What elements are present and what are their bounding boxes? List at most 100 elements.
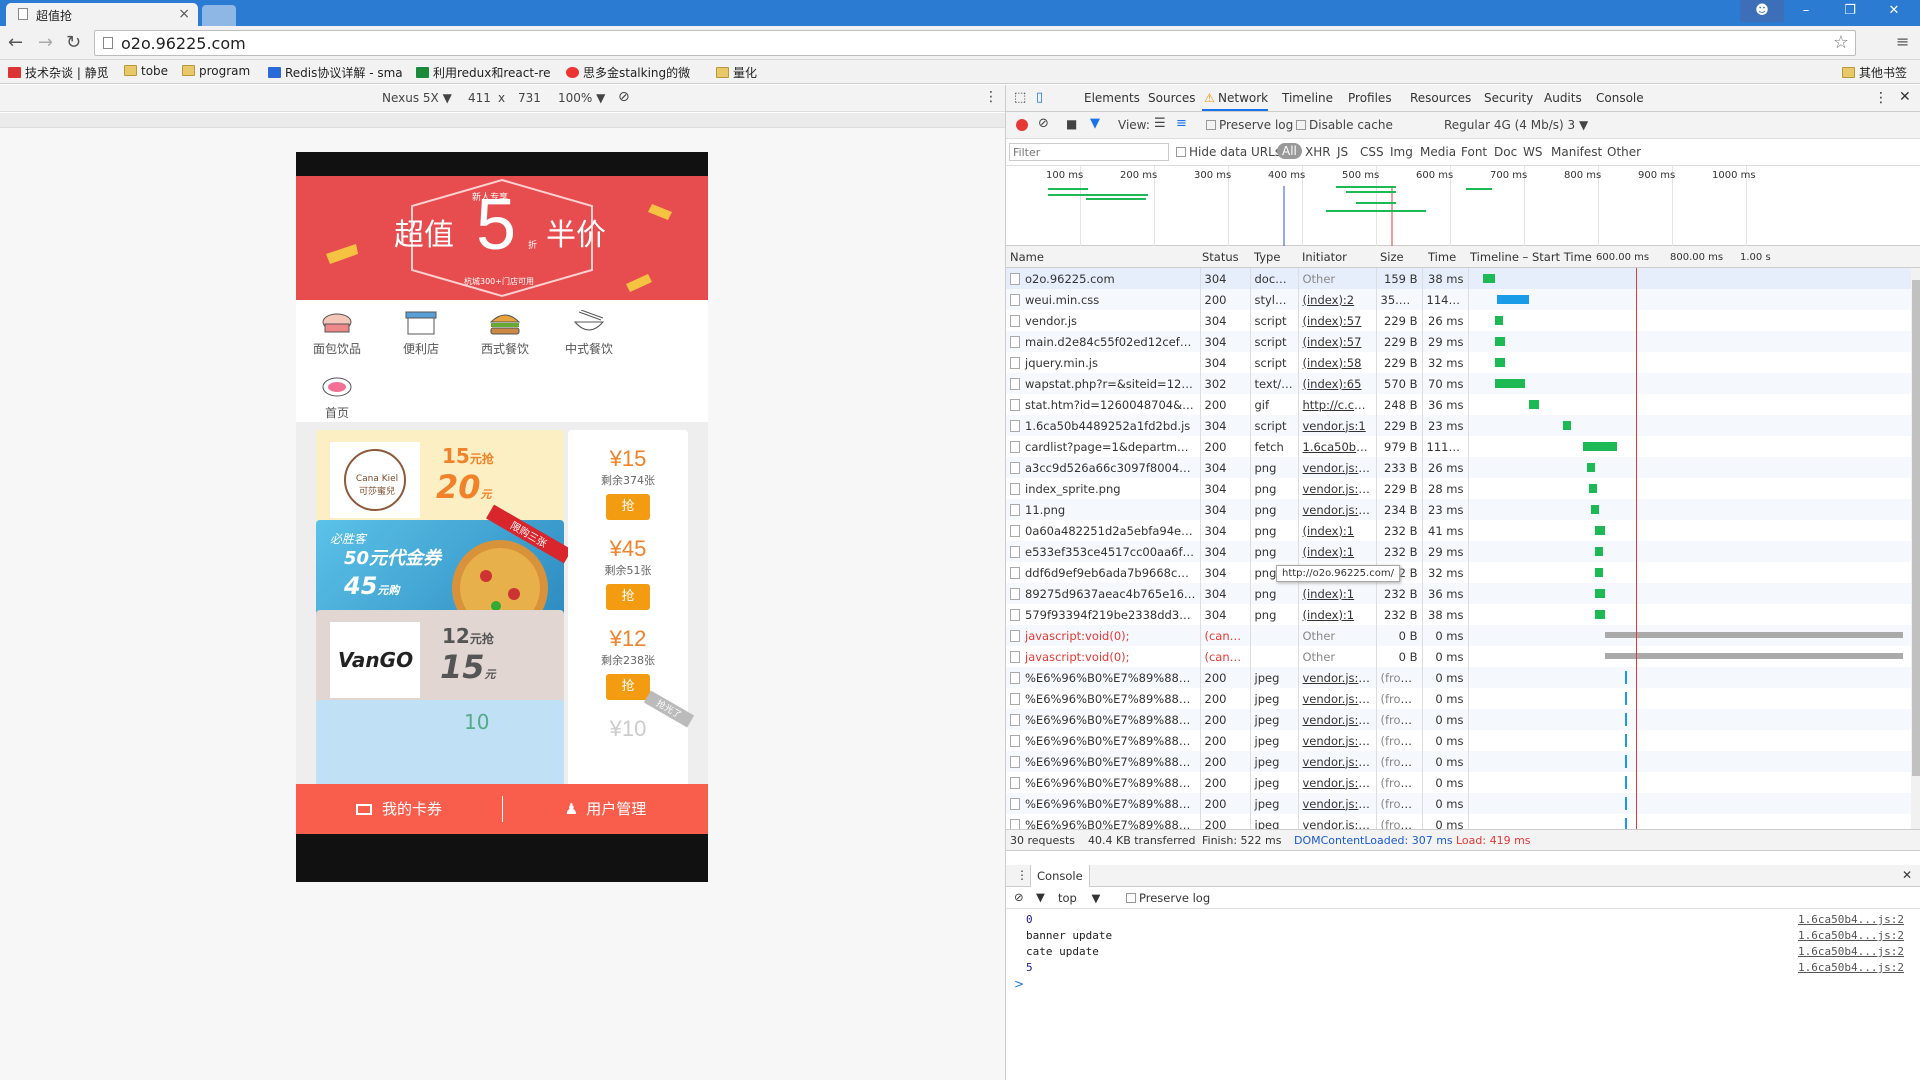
clear-icon[interactable]: ⊘ [1038, 116, 1049, 131]
request-row[interactable]: 11.png 304 png vendor.js:24 234 B 23 ms [1006, 499, 1911, 520]
hide-data-urls-checkbox[interactable]: Hide data URLs [1176, 145, 1281, 159]
col-status[interactable]: Status [1202, 250, 1239, 264]
col-type[interactable]: Type [1254, 250, 1280, 264]
request-row[interactable]: %E6%96%B0%E7%89%88%E... 200 jpeg vendor.js:… [1006, 772, 1911, 793]
cell-initiator[interactable]: Other [1298, 268, 1377, 289]
close-devtools-icon[interactable]: ✕ [1899, 89, 1911, 105]
category-chinese[interactable]: 中式餐饮 [554, 310, 624, 357]
col-timeline[interactable]: Timeline – Start Time [1470, 250, 1592, 264]
console-preserve-log[interactable]: Preserve log [1126, 891, 1210, 905]
cell-initiator[interactable]: 1.6ca50b4...js:1 [1298, 436, 1377, 457]
cell-initiator[interactable]: (index):1 [1298, 541, 1377, 562]
request-row[interactable]: javascript:void(0);(cancel... Other0 B0 m… [1006, 625, 1911, 646]
address-bar[interactable]: o2o.96225.com ☆ [94, 30, 1856, 56]
console-prompt[interactable]: > [1014, 977, 1024, 991]
back-icon[interactable]: ← [8, 32, 23, 53]
reload-icon[interactable]: ↻ [66, 32, 81, 53]
filter-css[interactable]: CSS [1360, 145, 1384, 159]
request-row[interactable]: %E6%96%B0%E7%89%88%E... 200 jpeg vendor.js:… [1006, 814, 1911, 829]
other-bookmarks[interactable]: 其他书签 [1842, 64, 1907, 81]
bookmark-item[interactable]: Redis协议详解 - sma [268, 64, 403, 81]
grab-button[interactable]: 抢 [606, 674, 650, 700]
tab-sources[interactable]: Sources [1148, 91, 1195, 105]
cell-initiator[interactable]: vendor.js:24 [1298, 751, 1377, 772]
request-row[interactable]: index_sprite.png 304 png vendor.js:23 229 B2… [1006, 478, 1911, 499]
close-tab-icon[interactable]: × [178, 6, 190, 22]
console-tab[interactable]: Console [1030, 865, 1090, 887]
bookmark-item[interactable]: 利用redux和react-re [416, 64, 550, 81]
request-row[interactable]: vendor.js 304 script (index):57 229 B 26 ms [1006, 310, 1911, 331]
filter-xhr[interactable]: XHR [1305, 145, 1331, 159]
tab-resources[interactable]: Resources [1410, 91, 1471, 105]
disable-cache-checkbox[interactable]: Disable cache [1296, 118, 1393, 132]
cell-initiator[interactable]: vendor.js:24 [1298, 709, 1377, 730]
filter-manifest[interactable]: Manifest [1551, 145, 1602, 159]
minimize-icon[interactable]: – [1784, 0, 1828, 22]
cell-initiator[interactable]: vendor.js:24 [1298, 814, 1377, 829]
table-scrollbar[interactable] [1911, 268, 1920, 829]
context-select[interactable]: top ▼ [1058, 891, 1100, 905]
preserve-log-checkbox[interactable]: Preserve log [1206, 118, 1293, 132]
request-row[interactable]: %E6%96%B0%E7%89%88%E... 200 jpeg vendor.js:… [1006, 667, 1911, 688]
close-window-icon[interactable]: ✕ [1872, 0, 1916, 22]
bookmark-item[interactable]: program [182, 64, 250, 78]
cell-initiator[interactable]: vendor.js:24 [1298, 793, 1377, 814]
request-row[interactable]: wapstat.php?r=&siteid=1260...302text/htm… [1006, 373, 1911, 394]
category-home[interactable]: 首页 [302, 374, 372, 421]
drawer-menu-icon[interactable]: ⋮ [1016, 868, 1028, 882]
cell-initiator[interactable]: (index):1 [1298, 520, 1377, 541]
record-icon[interactable] [1016, 119, 1028, 131]
cell-initiator[interactable]: (index):65 [1298, 373, 1377, 394]
more-options-icon[interactable]: ⋮ [1874, 90, 1888, 106]
console-source-link[interactable]: 1.6ca50b4...js:2 [1798, 929, 1904, 942]
request-row[interactable]: weui.min.css200styleshe...(index):235.0 … [1006, 289, 1911, 310]
category-store[interactable]: 便利店 [386, 310, 456, 357]
device-select[interactable]: Nexus 5X ▼ [382, 91, 452, 105]
height-input[interactable]: 731 [518, 91, 541, 105]
inspect-icon[interactable]: ⬚ [1014, 90, 1026, 105]
network-overview[interactable]: 100 ms 200 ms 300 ms 400 ms 500 ms 600 ms 700 … [1006, 166, 1920, 246]
tab-network[interactable]: Network [1218, 91, 1268, 105]
filter-input[interactable] [1009, 143, 1169, 161]
request-row[interactable]: e533ef353ce4517cc00aa6fda... 304 png (index… [1006, 541, 1911, 562]
close-drawer-icon[interactable]: ✕ [1902, 868, 1912, 882]
console-source-link[interactable]: 1.6ca50b4...js:2 [1798, 961, 1904, 974]
tab-security[interactable]: Security [1484, 91, 1533, 105]
cell-initiator[interactable]: vendor.js:24 [1298, 688, 1377, 709]
filter-ws[interactable]: WS [1523, 145, 1542, 159]
category-western[interactable]: 西式餐饮 [470, 310, 540, 357]
cell-initiator[interactable]: http://c.cnzz.co... [1298, 394, 1377, 415]
bookmark-item[interactable]: tobe [124, 64, 168, 78]
cell-initiator[interactable]: vendor.js:24 [1298, 730, 1377, 751]
request-row[interactable]: 0a60a482251d2a5ebfa94e776... 304 png (index… [1006, 520, 1911, 541]
category-bread[interactable]: 面包饮品 [302, 310, 372, 357]
request-row[interactable]: o2o.96225.com304docume...Other159 B38 ms [1006, 268, 1911, 289]
filter-doc[interactable]: Doc [1494, 145, 1517, 159]
console-source-link[interactable]: 1.6ca50b4...js:2 [1798, 945, 1904, 958]
request-row[interactable]: cardlist?page=1&department... 200 fetch 1.6… [1006, 436, 1911, 457]
filter-img[interactable]: Img [1390, 145, 1413, 159]
cell-initiator[interactable]: vendor.js:1 [1298, 415, 1377, 436]
filter-media[interactable]: Media [1420, 145, 1456, 159]
cell-initiator[interactable]: vendor.js:23 [1298, 457, 1377, 478]
col-size[interactable]: Size [1380, 250, 1404, 264]
filter-font[interactable]: Font [1461, 145, 1487, 159]
bookmark-item[interactable]: 技术杂谈 | 静觅 [8, 64, 109, 81]
col-time[interactable]: Time [1428, 250, 1456, 264]
more-options-icon[interactable]: ⋮ [984, 89, 998, 105]
request-row[interactable]: ddf6d9ef9eb6ada7b9668c60a...304png(index… [1006, 562, 1911, 583]
cell-initiator[interactable]: (index):1 [1298, 604, 1377, 625]
request-row[interactable]: 579f93394f219be2338dd3c45... 304 png (index… [1006, 604, 1911, 625]
request-row[interactable]: 1.6ca50b4489252a1fd2bd.js 304 script vendor… [1006, 415, 1911, 436]
filter-js[interactable]: JS [1337, 145, 1348, 159]
rotate-icon[interactable]: ⊘ [618, 89, 630, 105]
cell-initiator[interactable]: Other [1298, 646, 1377, 667]
throttle-select[interactable]: Regular 4G (4 Mb/s) 3 ▼ [1444, 118, 1588, 132]
console-source-link[interactable]: 1.6ca50b4...js:2 [1798, 913, 1904, 926]
cell-initiator[interactable]: vendor.js:24 [1298, 499, 1377, 520]
tab-timeline[interactable]: Timeline [1282, 91, 1333, 105]
menu-icon[interactable]: ≡ [1896, 32, 1909, 51]
browser-tab[interactable]: 超值抢 × [6, 3, 198, 26]
clear-console-icon[interactable]: ⊘ [1014, 890, 1024, 904]
tab-profiles[interactable]: Profiles [1348, 91, 1392, 105]
